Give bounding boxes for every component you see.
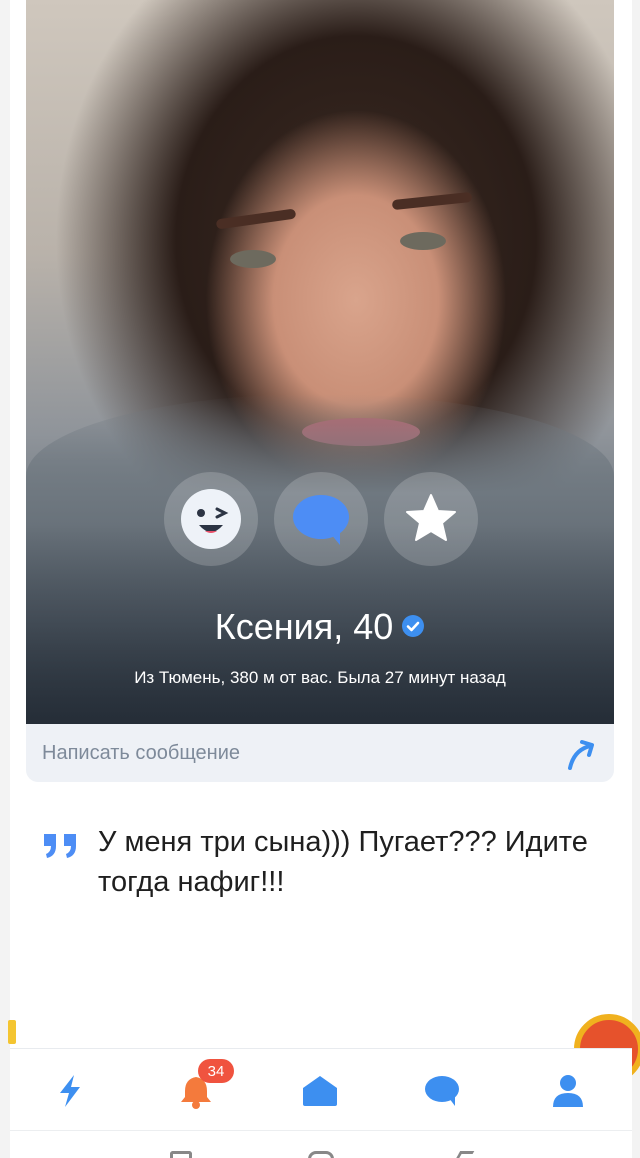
notification-count-badge: 34 (198, 1059, 234, 1083)
message-button[interactable] (274, 472, 368, 566)
nav-encounters[interactable] (50, 1071, 90, 1111)
verified-badge-icon (401, 605, 425, 647)
profile-name: Ксения, 40 (26, 606, 614, 648)
recents-icon[interactable] (170, 1151, 192, 1158)
chat-icon (425, 1076, 459, 1106)
favorite-button[interactable] (384, 472, 478, 566)
profile-actions (26, 472, 614, 568)
profile-icon (553, 1075, 583, 1107)
message-placeholder[interactable]: Написать сообщение (42, 742, 240, 765)
profile-screen: Ксения, 40 Из Тюмень, 380 м от вас. Была… (0, 0, 640, 1158)
system-home-icon[interactable] (308, 1151, 334, 1158)
profile-name-text: Ксения, 40 (214, 606, 394, 647)
star-icon (406, 494, 456, 541)
nav-messages[interactable] (422, 1071, 462, 1111)
nav-home[interactable] (300, 1071, 340, 1111)
left-edge (0, 0, 10, 1158)
quote-text: У меня три сына))) Пугает??? Идите тогда… (98, 826, 588, 898)
photo-eye-right (400, 232, 446, 250)
quote-marks-icon (42, 830, 80, 865)
message-bar[interactable]: Написать сообщение (26, 724, 614, 782)
back-icon[interactable] (455, 1151, 475, 1158)
lightning-icon (60, 1075, 80, 1107)
photo-brow-left (215, 208, 297, 230)
nav-profile[interactable] (548, 1071, 588, 1111)
photo-eye-left (230, 250, 276, 268)
profile-details: Из Тюмень, 380 м от вас. Была 27 минут н… (134, 668, 506, 687)
system-navigation-bar (10, 1130, 632, 1158)
home-icon (303, 1076, 337, 1106)
chat-bubble-icon (293, 495, 349, 545)
right-edge (632, 0, 640, 1158)
bottom-navigation: 34 (10, 1048, 632, 1130)
send-arrow-icon[interactable] (564, 736, 600, 772)
profile-photo[interactable]: Ксения, 40 Из Тюмень, 380 м от вас. Была… (26, 0, 614, 724)
photo-brow-right (391, 191, 473, 211)
wink-button[interactable] (164, 472, 258, 566)
peeking-element-left (8, 1020, 16, 1044)
wink-emoji-icon (181, 489, 241, 549)
